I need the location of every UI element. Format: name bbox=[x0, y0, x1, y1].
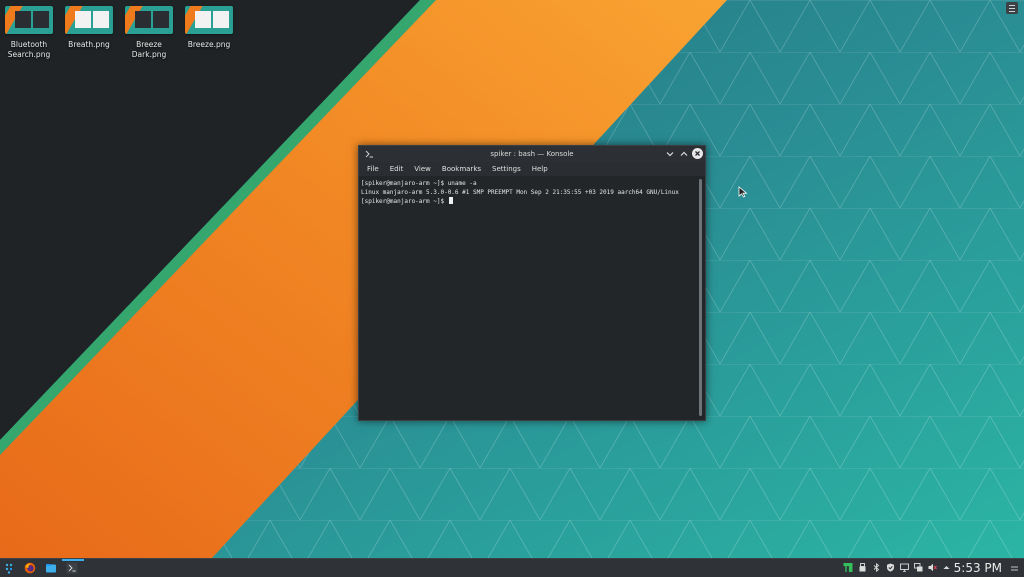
terminal-line: Linux manjaro-arm 5.3.0-0.6 #1 SMP PREEM… bbox=[361, 188, 679, 196]
close-button[interactable] bbox=[692, 148, 703, 159]
mouse-cursor-icon bbox=[738, 186, 748, 198]
desktop-icon-label: Breeze Dark.png bbox=[131, 40, 167, 59]
application-launcher-icon[interactable] bbox=[3, 562, 15, 574]
image-thumbnail bbox=[65, 6, 113, 34]
security-shield-icon[interactable] bbox=[886, 563, 895, 572]
volume-muted-icon[interactable] bbox=[928, 563, 937, 572]
close-icon bbox=[695, 151, 700, 156]
window-titlebar[interactable]: spiker : bash — Konsole bbox=[359, 146, 705, 162]
terminal-prompt-line: [spiker@manjaro-arm ~]$ bbox=[361, 197, 697, 207]
taskbar: 5:53 PM bbox=[0, 558, 1024, 577]
terminal-scrollbar[interactable] bbox=[699, 179, 702, 416]
menu-bookmarks[interactable]: Bookmarks bbox=[442, 165, 481, 173]
terminal-area[interactable]: [spiker@manjaro-arm ~]$ uname -a Linux ma… bbox=[361, 178, 697, 418]
text-cursor bbox=[448, 197, 453, 204]
desktop-icon-breeze-dark[interactable]: Breeze Dark.png bbox=[120, 6, 178, 60]
desktop-icon-breath[interactable]: Breath.png bbox=[60, 6, 118, 50]
menu-bar: File Edit View Bookmarks Settings Help bbox=[359, 162, 705, 176]
display-icon[interactable] bbox=[900, 563, 909, 572]
image-thumbnail bbox=[185, 6, 233, 34]
desktop-icon-label: Breath.png bbox=[68, 40, 110, 49]
usb-device-icon[interactable] bbox=[858, 563, 867, 572]
window-title: spiker : bash — Konsole bbox=[490, 150, 574, 158]
menu-settings[interactable]: Settings bbox=[492, 165, 521, 173]
image-thumbnail bbox=[5, 6, 53, 34]
desktop-toolbox-button[interactable] bbox=[1006, 2, 1018, 14]
desktop-icon-label: Breeze.png bbox=[187, 40, 231, 49]
konsole-window[interactable]: spiker : bash — Konsole File Edit View B… bbox=[358, 145, 706, 421]
menu-edit[interactable]: Edit bbox=[390, 165, 404, 173]
firefox-icon[interactable] bbox=[24, 562, 36, 574]
desktop-icon-bluetooth-search[interactable]: Bluetooth Search.png bbox=[0, 6, 58, 60]
konsole-task-icon[interactable] bbox=[66, 562, 78, 574]
show-hidden-icons-icon[interactable] bbox=[942, 563, 951, 572]
desktop: Bluetooth Search.png Breath.png Breeze D… bbox=[0, 0, 1024, 558]
desktop-icon-label: Bluetooth Search.png bbox=[7, 40, 51, 59]
menu-file[interactable]: File bbox=[367, 165, 379, 173]
minimize-icon[interactable] bbox=[665, 149, 675, 159]
desktop-icon-breeze[interactable]: Breeze.png bbox=[180, 6, 238, 50]
terminal-line: [spiker@manjaro-arm ~]$ uname -a bbox=[361, 180, 477, 187]
digital-clock[interactable]: 5:53 PM bbox=[954, 560, 1002, 576]
menu-help[interactable]: Help bbox=[532, 165, 548, 173]
manjaro-icon[interactable] bbox=[843, 563, 853, 572]
network-icon[interactable] bbox=[914, 563, 923, 572]
panel-options-icon[interactable] bbox=[1010, 564, 1019, 573]
active-task-indicator bbox=[62, 559, 84, 561]
image-thumbnail bbox=[125, 6, 173, 34]
terminal-prompt: [spiker@manjaro-arm ~]$ bbox=[361, 198, 448, 205]
menu-view[interactable]: View bbox=[414, 165, 431, 173]
file-manager-icon[interactable] bbox=[45, 562, 57, 574]
maximize-icon[interactable] bbox=[679, 149, 689, 159]
bluetooth-icon[interactable] bbox=[872, 563, 881, 572]
